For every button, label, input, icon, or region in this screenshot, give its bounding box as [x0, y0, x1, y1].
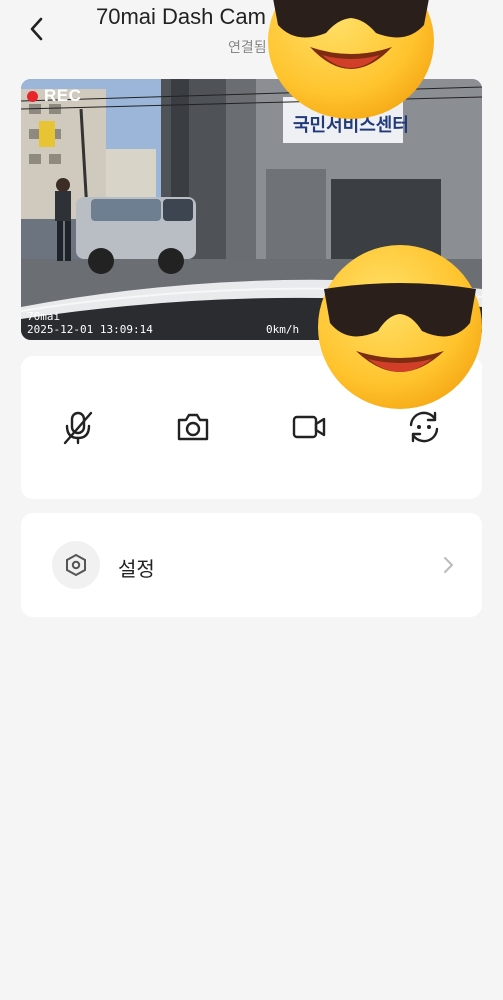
- connection-status: 연결됨: [228, 39, 267, 55]
- video-camera-icon: [292, 415, 326, 439]
- switch-camera-icon: [409, 411, 439, 443]
- camera-icon: [177, 413, 209, 441]
- chevron-right-icon: [444, 557, 453, 573]
- hexagon-settings-icon: [66, 553, 86, 577]
- switch-camera-button[interactable]: [404, 407, 444, 447]
- sunglasses-emoji-icon: [318, 245, 482, 409]
- recording-indicator: REC: [27, 86, 81, 106]
- chevron-left-icon: [30, 17, 43, 41]
- settings-label: 설정: [118, 559, 155, 581]
- video-timestamp: 2025-12-01 13:09:14: [27, 323, 153, 336]
- mute-mic-button[interactable]: [58, 407, 98, 447]
- settings-icon-badge: [52, 541, 100, 589]
- back-button[interactable]: [24, 14, 50, 44]
- rec-label: REC: [44, 86, 82, 105]
- video-speed: 0km/h: [266, 323, 300, 336]
- page-title: 70mai Dash Cam: [96, 4, 266, 29]
- sunglasses-emoji-icon: [268, 0, 434, 119]
- screen: 70mai Dash Cam 연결됨 국민서비스센터 REC 70mai 202…: [0, 0, 503, 1000]
- settings-row[interactable]: 설정: [21, 513, 482, 617]
- video-brand-overlay: 70mai: [27, 310, 61, 323]
- record-video-button[interactable]: [289, 407, 329, 447]
- capture-photo-button[interactable]: [173, 407, 213, 447]
- record-dot-icon: [27, 90, 38, 102]
- mic-off-icon: [63, 411, 93, 445]
